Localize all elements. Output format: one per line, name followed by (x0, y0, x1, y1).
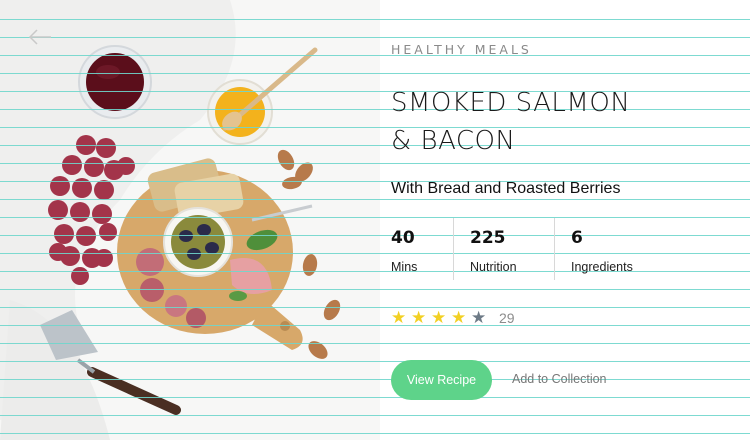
recipe-subtitle: With Bread and Roasted Berries (391, 180, 621, 197)
add-to-collection-link[interactable]: Add to Collection (512, 372, 607, 386)
stat-nutrition-value: 225 (470, 228, 506, 248)
recipe-title: SMOKED SALMON & BACON (391, 84, 731, 160)
stat-nutrition: 225 Nutrition (453, 218, 554, 280)
star-icon[interactable]: ★ (431, 308, 451, 328)
star-rating[interactable]: ★ ★ ★ ★ ★ 29 (391, 308, 515, 328)
recipe-title-line2: & BACON (391, 126, 516, 156)
recipe-details: HEALTHY MEALS SMOKED SALMON & BACON With… (391, 0, 741, 440)
stat-time-label: Mins (391, 260, 418, 274)
recipe-photo (0, 0, 380, 440)
stat-time-value: 40 (391, 228, 415, 248)
arrow-left-icon[interactable] (28, 28, 52, 46)
stat-ingredients: 6 Ingredients (554, 218, 743, 280)
star-icon[interactable]: ★ (451, 308, 471, 328)
star-icon[interactable]: ★ (471, 308, 491, 328)
view-recipe-button[interactable]: View Recipe (391, 360, 492, 400)
recipe-stats: 40 Mins 225 Nutrition 6 Ingredients (391, 218, 743, 280)
stat-time: 40 Mins (391, 218, 453, 280)
star-icon[interactable]: ★ (411, 308, 431, 328)
food-platter-image (0, 0, 341, 440)
rating-count: 29 (499, 310, 515, 326)
recipe-title-line1: SMOKED SALMON (391, 88, 631, 118)
stat-nutrition-label: Nutrition (470, 260, 517, 274)
star-icon[interactable]: ★ (391, 308, 411, 328)
recipe-category: HEALTHY MEALS (391, 42, 532, 57)
stat-ingredients-value: 6 (571, 228, 583, 248)
stat-ingredients-label: Ingredients (571, 260, 633, 274)
